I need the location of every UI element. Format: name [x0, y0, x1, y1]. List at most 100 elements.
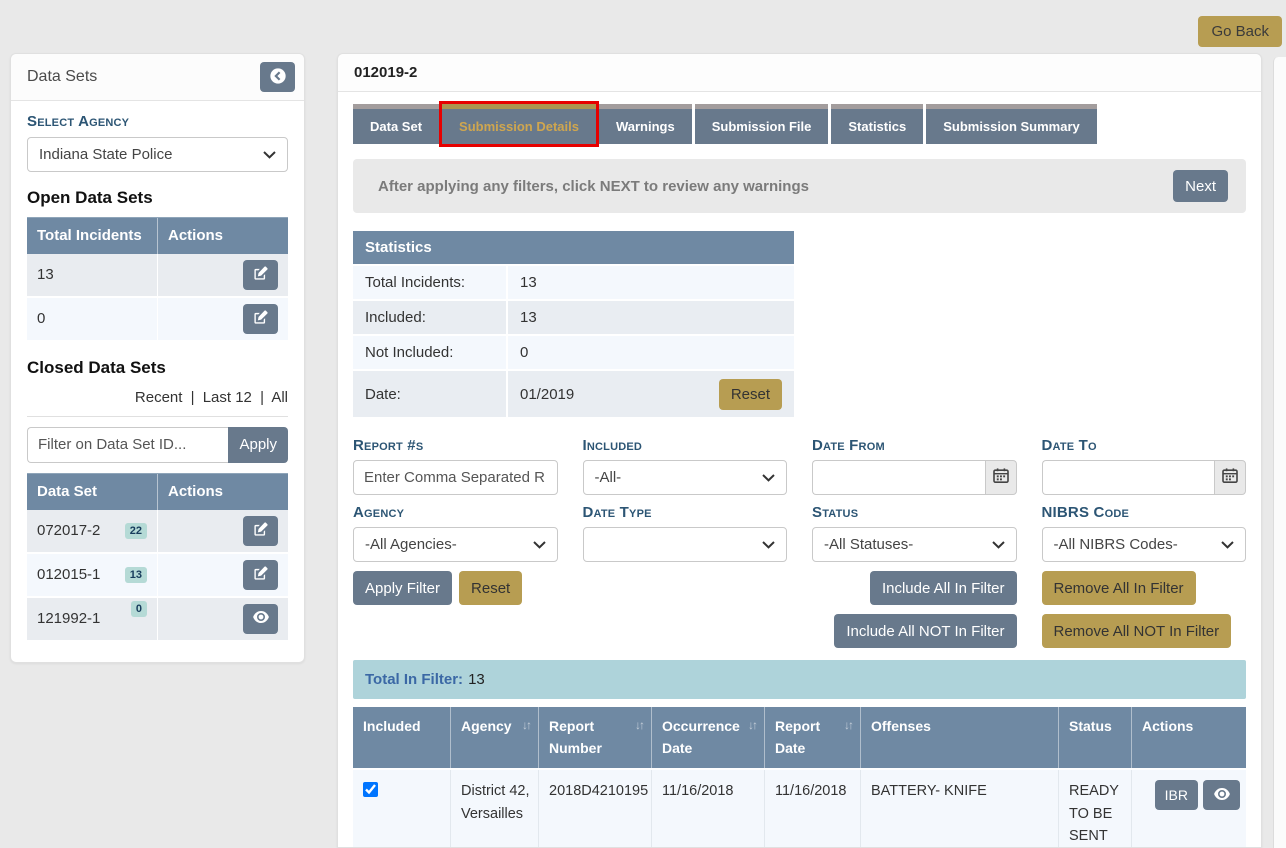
stat-label: Date:	[353, 371, 508, 417]
agency-select[interactable]: Indiana State Police	[27, 137, 288, 172]
table-row: 13	[27, 254, 288, 298]
incident-report-date: 11/16/2018	[765, 770, 861, 848]
data-set-id[interactable]: 012015-1	[37, 566, 100, 583]
total-incidents-value: 13	[27, 254, 158, 298]
closed-data-sets-table: Data Set Actions 072017-2 22 012015-1 13	[27, 473, 288, 642]
include-all-not-in-filter-button[interactable]: Include All NOT In Filter	[834, 614, 1016, 648]
incident-count-badge: 22	[125, 523, 147, 539]
sort-icon: ↓↑	[522, 716, 530, 735]
tab-bar: Data Set Submission Details Warnings Sub…	[353, 104, 1246, 144]
filter-reset-button[interactable]: Reset	[459, 571, 522, 605]
agency-filter-label: Agency	[353, 504, 558, 521]
filters-notice-bar: After applying any filters, click NEXT t…	[353, 159, 1246, 213]
date-reset-button[interactable]: Reset	[719, 379, 782, 410]
included-select[interactable]: -All-	[583, 460, 788, 495]
report-numbers-input[interactable]	[353, 460, 558, 495]
link-all[interactable]: All	[271, 389, 288, 406]
nibrs-code-label: NIBRS Code	[1042, 504, 1247, 521]
view-incident-button[interactable]	[1203, 780, 1240, 810]
column-header-agency[interactable]: Agency↓↑	[451, 707, 539, 768]
page-right-edge	[1273, 57, 1286, 848]
edit-icon	[253, 266, 268, 284]
select-agency-label: Select Agency	[27, 113, 288, 130]
filter-apply-button[interactable]: Apply	[228, 427, 288, 463]
tab-warnings[interactable]: Warnings	[599, 104, 692, 144]
tab-statistics[interactable]: Statistics	[831, 104, 923, 144]
edit-data-set-button[interactable]	[243, 260, 278, 290]
go-back-button[interactable]: Go Back	[1198, 16, 1282, 47]
stat-value: 01/2019	[520, 386, 574, 403]
status-select[interactable]: -All Statuses-	[812, 527, 1017, 562]
stat-value: 13	[508, 266, 794, 299]
column-header-actions: Actions	[1132, 707, 1246, 768]
data-set-filter-input[interactable]	[27, 427, 228, 463]
tab-submission-file[interactable]: Submission File	[695, 104, 829, 144]
data-set-id[interactable]: 121992-1	[37, 610, 100, 627]
notice-text: After applying any filters, click NEXT t…	[378, 178, 1173, 195]
data-set-id[interactable]: 072017-2	[37, 522, 100, 539]
column-header-total-incidents: Total Incidents	[27, 218, 158, 254]
stat-label: Included:	[353, 301, 508, 334]
edit-icon	[253, 310, 268, 328]
agency-filter-select[interactable]: -All Agencies-	[353, 527, 558, 562]
edit-data-set-button[interactable]	[243, 560, 278, 590]
remove-all-not-in-filter-button[interactable]: Remove All NOT In Filter	[1042, 614, 1232, 648]
incident-occurrence-date: 11/16/2018	[652, 770, 765, 848]
date-to-calendar-button[interactable]	[1214, 460, 1246, 495]
sort-icon: ↓↑	[635, 716, 643, 735]
data-sets-sidebar: Data Sets Select Agency Indiana State Po…	[10, 53, 305, 663]
column-header-data-set: Data Set	[27, 474, 158, 510]
incident-agency: District 42, Versailles	[451, 770, 539, 848]
closed-data-sets-heading: Closed Data Sets	[27, 358, 288, 378]
incident-count-badge: 13	[125, 567, 147, 583]
statistics-title: Statistics	[353, 231, 794, 264]
ibr-button[interactable]: IBR	[1155, 780, 1198, 810]
link-last-12[interactable]: Last 12	[203, 389, 252, 406]
date-from-input[interactable]	[812, 460, 985, 495]
edit-icon	[253, 566, 268, 584]
chevron-down-icon	[762, 536, 775, 553]
total-in-filter-label: Total In Filter:	[365, 671, 463, 688]
column-header-status: Status	[1059, 707, 1132, 768]
closed-data-sets-links: Recent | Last 12 | All	[27, 387, 288, 416]
total-in-filter-value: 13	[468, 671, 485, 688]
column-header-offenses: Offenses	[861, 707, 1059, 768]
tab-data-set[interactable]: Data Set	[353, 104, 439, 144]
tab-submission-details[interactable]: Submission Details	[442, 104, 596, 144]
status-filter-label: Status	[812, 504, 1017, 521]
remove-all-in-filter-button[interactable]: Remove All In Filter	[1042, 571, 1196, 605]
edit-data-set-button[interactable]	[243, 304, 278, 334]
included-label: Included	[583, 437, 788, 454]
incident-report-number: 2018D4210195	[539, 770, 652, 848]
eye-icon	[253, 611, 269, 626]
view-data-set-button[interactable]	[243, 604, 278, 634]
included-checkbox[interactable]	[363, 782, 378, 797]
chevron-down-icon	[533, 536, 546, 553]
sidebar-header: Data Sets	[11, 54, 304, 101]
nibrs-code-select[interactable]: -All NIBRS Codes-	[1042, 527, 1247, 562]
date-from-calendar-button[interactable]	[985, 460, 1017, 495]
date-type-label: Date Type	[583, 504, 788, 521]
submission-panel: 012019-2 Data Set Submission Details War…	[337, 53, 1262, 848]
open-data-sets-table: Total Incidents Actions 13 0	[27, 217, 288, 342]
link-recent[interactable]: Recent	[135, 389, 183, 406]
date-to-input[interactable]	[1042, 460, 1215, 495]
edit-data-set-button[interactable]	[243, 516, 278, 546]
date-type-select[interactable]	[583, 527, 788, 562]
column-header-actions: Actions	[158, 218, 288, 254]
column-header-report-date[interactable]: Report Date↓↑	[765, 707, 861, 768]
apply-filter-button[interactable]: Apply Filter	[353, 571, 452, 605]
column-header-occurrence-date[interactable]: Occurrence Date↓↑	[652, 707, 765, 768]
stat-row: Included: 13	[353, 299, 794, 334]
sort-icon: ↓↑	[748, 716, 756, 735]
incident-offenses: BATTERY- KNIFE	[861, 770, 1059, 848]
stat-row: Date: 01/2019 Reset	[353, 369, 794, 417]
column-header-report-number[interactable]: Report Number↓↑	[539, 707, 652, 768]
sidebar-collapse-button[interactable]	[260, 62, 295, 92]
next-button[interactable]: Next	[1173, 170, 1228, 202]
date-to-label: Date To	[1042, 437, 1247, 454]
include-all-in-filter-button[interactable]: Include All In Filter	[870, 571, 1017, 605]
tab-submission-summary[interactable]: Submission Summary	[926, 104, 1097, 144]
table-row: 072017-2 22	[27, 510, 288, 554]
date-from-label: Date From	[812, 437, 1017, 454]
